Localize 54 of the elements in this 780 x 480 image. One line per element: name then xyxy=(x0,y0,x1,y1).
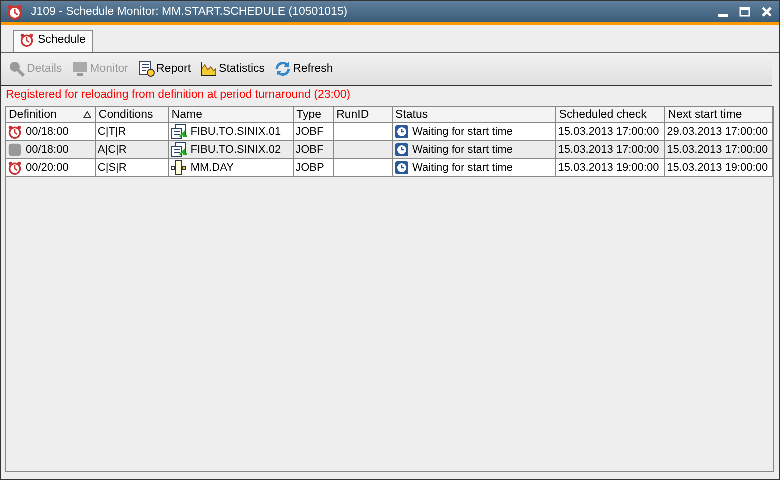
file-transfer-icon xyxy=(170,124,187,140)
table-cell: FIBU.TO.SINIX.02 xyxy=(190,144,282,156)
clock-icon xyxy=(394,142,408,156)
table-cell: A|C|R xyxy=(98,144,127,156)
close-icon[interactable] xyxy=(761,6,773,18)
table-row[interactable]: 00/20:00 C|S|R MM.DAY JOBP Waiting for start time 15.03.2013 19:00:00 15.03.2013 19:00:00 xyxy=(6,159,773,177)
table-cell: JOBF xyxy=(296,126,324,138)
report-icon xyxy=(138,61,155,77)
table-cell: MM.DAY xyxy=(190,162,234,174)
column-header[interactable]: Status xyxy=(392,107,556,123)
table-cell: FIBU.TO.SINIX.01 xyxy=(190,126,282,138)
tab[interactable]: Schedule xyxy=(13,30,93,52)
table-row[interactable]: 00/18:00 C|T|R FIBU.TO.SINIX.01 JOBF Waiting for start time 15.03.2013 17:00:00 29.03.2013 17:00:00 xyxy=(6,123,773,141)
table-cell: 00/20:00 xyxy=(26,162,69,174)
file-transfer-icon xyxy=(170,142,187,158)
table-cell: 29.03.2013 17:00:00 xyxy=(667,126,768,138)
maximize-icon[interactable] xyxy=(739,6,751,18)
table-cell: 00/18:00 xyxy=(26,144,69,156)
chart-icon xyxy=(201,61,218,77)
sort-arrow-icon xyxy=(82,110,92,118)
report-button[interactable]: Report xyxy=(136,59,194,79)
table-cell: C|T|R xyxy=(98,126,126,138)
table-row[interactable]: 00/18:00 A|C|R FIBU.TO.SINIX.02 JOBF Waiting for start time 15.03.2013 17:00:00 15.03.2013 17:00:00 xyxy=(6,141,773,159)
refresh-button[interactable]: Refresh xyxy=(273,59,336,79)
column-header[interactable]: Type xyxy=(294,107,334,123)
statistics-button[interactable]: Statistics xyxy=(199,59,268,79)
table-cell: JOBP xyxy=(296,162,324,174)
window-title: J109 - Schedule Monitor: MM.START.SCHEDULE (10501015) xyxy=(31,6,349,18)
table-cell: 15.03.2013 17:00:00 xyxy=(667,144,768,156)
table-cell: 15.03.2013 19:00:00 xyxy=(558,162,660,174)
table-cell: Waiting for start time xyxy=(412,126,513,138)
column-header[interactable]: Conditions xyxy=(96,107,169,123)
table-cell: Waiting for start time xyxy=(412,144,513,156)
table-cell: C|S|R xyxy=(98,162,127,174)
table-cell: 15.03.2013 17:00:00 xyxy=(558,126,660,138)
clock-icon xyxy=(394,160,408,174)
table-cell: 00/18:00 xyxy=(26,126,69,138)
column-header[interactable]: RunID xyxy=(334,107,392,123)
alarm-clock-icon xyxy=(20,33,34,47)
alarm-clock-icon xyxy=(7,4,23,20)
column-header[interactable]: Scheduled check xyxy=(556,107,666,123)
table-cell: 15.03.2013 17:00:00 xyxy=(558,144,660,156)
status-message: Registered for reloading from definition at period turnaround (23:00) xyxy=(5,88,352,103)
column-header[interactable]: Name xyxy=(168,107,294,123)
column-header[interactable]: Next start time xyxy=(665,107,773,123)
monitor-icon xyxy=(72,61,88,77)
table-cell: JOBF xyxy=(296,144,324,156)
magnifier-icon xyxy=(9,61,25,77)
table-cell: 15.03.2013 19:00:00 xyxy=(667,162,768,174)
workflow-icon xyxy=(170,160,187,176)
clock-icon xyxy=(394,124,408,138)
refresh-icon xyxy=(275,61,292,77)
table-cell: Waiting for start time xyxy=(412,162,513,174)
column-header[interactable]: Definition xyxy=(6,107,96,123)
